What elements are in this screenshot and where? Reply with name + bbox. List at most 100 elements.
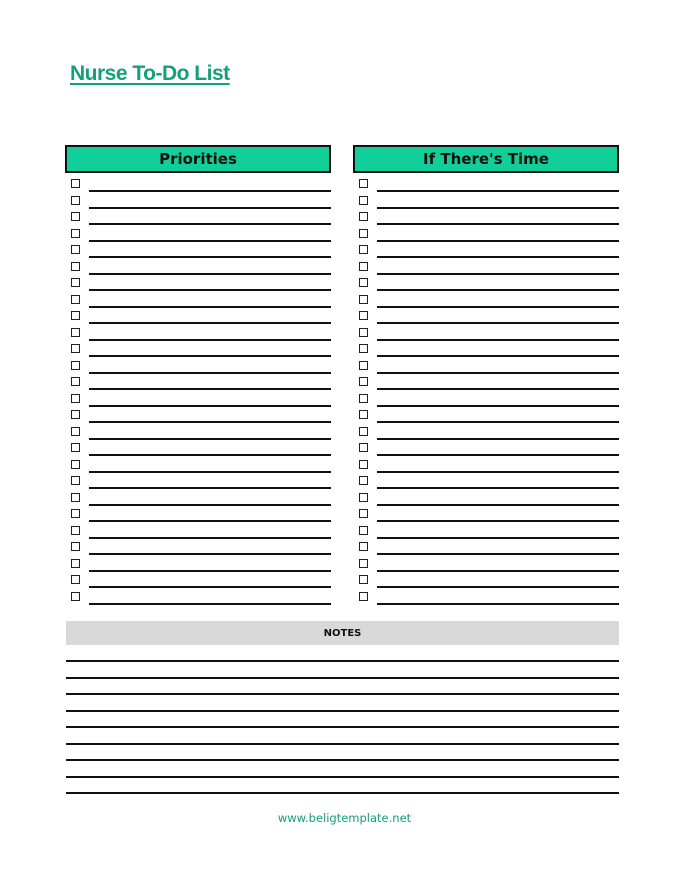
checkbox[interactable] [71, 228, 80, 238]
checkbox[interactable] [71, 542, 80, 551]
checkbox[interactable] [71, 377, 80, 386]
write-in-line[interactable] [89, 190, 331, 192]
write-in-line[interactable] [377, 305, 619, 308]
write-in-line[interactable] [89, 536, 331, 539]
checkbox[interactable] [359, 360, 368, 370]
checkbox[interactable] [359, 575, 368, 584]
notes-line[interactable] [66, 709, 619, 712]
write-in-line[interactable] [377, 553, 619, 555]
write-in-line[interactable] [89, 256, 331, 258]
write-in-line[interactable] [89, 421, 331, 423]
checkbox[interactable] [359, 327, 368, 337]
write-in-line[interactable] [89, 437, 331, 440]
write-in-line[interactable] [377, 487, 619, 489]
checkbox[interactable] [71, 311, 80, 320]
write-in-line[interactable] [377, 272, 619, 275]
checkbox[interactable] [71, 261, 80, 271]
write-in-line[interactable] [89, 272, 331, 275]
write-in-line[interactable] [89, 239, 331, 242]
checkbox[interactable] [71, 393, 80, 403]
footer-url[interactable]: www.beligtemplate.net [0, 811, 689, 825]
write-in-line[interactable] [377, 520, 619, 522]
write-in-line[interactable] [89, 503, 331, 506]
write-in-line[interactable] [377, 569, 619, 572]
write-in-line[interactable] [377, 470, 619, 473]
write-in-line[interactable] [377, 371, 619, 374]
write-in-line[interactable] [377, 503, 619, 506]
checkbox[interactable] [359, 525, 368, 535]
checkbox[interactable] [359, 179, 368, 188]
write-in-line[interactable] [377, 223, 619, 225]
write-in-line[interactable] [89, 454, 331, 456]
checkbox[interactable] [71, 360, 80, 370]
checkbox[interactable] [359, 344, 368, 353]
notes-line[interactable] [66, 742, 619, 745]
checkbox[interactable] [71, 525, 80, 535]
write-in-line[interactable] [89, 206, 331, 209]
write-in-line[interactable] [89, 602, 331, 605]
checkbox[interactable] [359, 294, 368, 304]
write-in-line[interactable] [377, 206, 619, 209]
checkbox[interactable] [359, 459, 368, 469]
write-in-line[interactable] [89, 289, 331, 291]
checkbox[interactable] [71, 179, 80, 188]
checkbox[interactable] [359, 410, 368, 419]
write-in-line[interactable] [89, 569, 331, 572]
write-in-line[interactable] [377, 239, 619, 242]
checkbox[interactable] [71, 591, 80, 601]
checkbox[interactable] [71, 509, 80, 518]
checkbox[interactable] [359, 509, 368, 518]
checkbox[interactable] [359, 261, 368, 271]
write-in-line[interactable] [89, 470, 331, 473]
checkbox[interactable] [359, 558, 368, 568]
checkbox[interactable] [71, 575, 80, 584]
checkbox[interactable] [359, 228, 368, 238]
write-in-line[interactable] [89, 322, 331, 324]
checkbox[interactable] [71, 476, 80, 485]
checkbox[interactable] [71, 344, 80, 353]
checkbox[interactable] [359, 245, 368, 254]
checkbox[interactable] [71, 492, 80, 502]
notes-line[interactable] [66, 660, 619, 662]
checkbox[interactable] [71, 327, 80, 337]
write-in-line[interactable] [377, 437, 619, 440]
checkbox[interactable] [359, 195, 368, 205]
notes-line[interactable] [66, 726, 619, 728]
checkbox[interactable] [359, 443, 368, 452]
checkbox[interactable] [359, 393, 368, 403]
write-in-line[interactable] [89, 586, 331, 588]
write-in-line[interactable] [89, 388, 331, 390]
write-in-line[interactable] [377, 586, 619, 588]
checkbox[interactable] [359, 426, 368, 436]
notes-line[interactable] [66, 792, 619, 794]
notes-line[interactable] [66, 759, 619, 761]
write-in-line[interactable] [377, 322, 619, 324]
write-in-line[interactable] [89, 223, 331, 225]
write-in-line[interactable] [89, 520, 331, 522]
write-in-line[interactable] [377, 388, 619, 390]
write-in-line[interactable] [377, 536, 619, 539]
write-in-line[interactable] [377, 190, 619, 192]
write-in-line[interactable] [377, 421, 619, 423]
checkbox[interactable] [359, 377, 368, 386]
checkbox[interactable] [71, 558, 80, 568]
write-in-line[interactable] [89, 487, 331, 489]
write-in-line[interactable] [377, 454, 619, 456]
write-in-line[interactable] [89, 553, 331, 555]
checkbox[interactable] [71, 410, 80, 419]
checkbox[interactable] [359, 278, 368, 287]
checkbox[interactable] [359, 212, 368, 221]
write-in-line[interactable] [377, 404, 619, 407]
write-in-line[interactable] [377, 355, 619, 357]
write-in-line[interactable] [89, 404, 331, 407]
checkbox[interactable] [71, 294, 80, 304]
checkbox[interactable] [359, 476, 368, 485]
checkbox[interactable] [71, 426, 80, 436]
write-in-line[interactable] [377, 338, 619, 341]
checkbox[interactable] [71, 278, 80, 287]
checkbox[interactable] [71, 459, 80, 469]
notes-line[interactable] [66, 676, 619, 679]
checkbox[interactable] [71, 212, 80, 221]
write-in-line[interactable] [89, 305, 331, 308]
checkbox[interactable] [71, 245, 80, 254]
